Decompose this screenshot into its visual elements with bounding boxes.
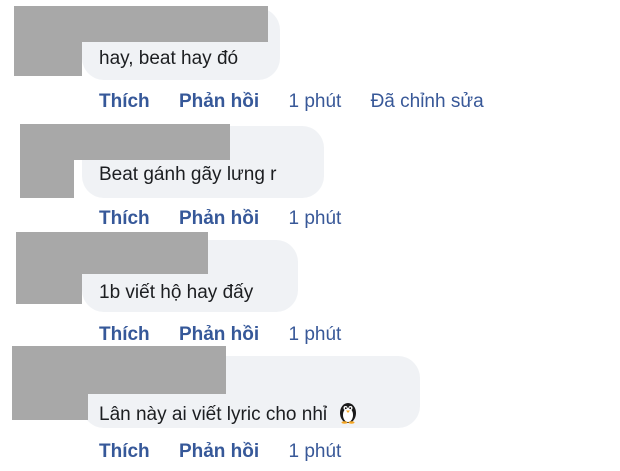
redacted-avatar — [14, 6, 82, 76]
like-button[interactable]: Thích — [99, 441, 150, 463]
comment-text: 1b viết hộ hay đấy — [99, 282, 254, 303]
reply-button[interactable]: Phản hồi — [179, 441, 259, 463]
edited-label[interactable]: Đã chỉnh sửa — [371, 91, 484, 113]
comment-item: Beat gánh gãy lưng r Thích Phản hồi 1 ph… — [0, 120, 620, 236]
comment-text-content: Lân này ai viết lyric cho nhỉ — [99, 404, 328, 425]
comment-item: hay, beat hay đó Thích Phản hồi 1 phút Đ… — [0, 0, 620, 120]
comment-item: 1b viết hộ hay đấy Thích Phản hồi 1 phút — [0, 232, 620, 352]
comment-timestamp[interactable]: 1 phút — [288, 91, 341, 113]
comment-text: Beat gánh gãy lưng r — [99, 164, 277, 185]
comment-actions: Thích Phản hồi 1 phút — [99, 441, 341, 463]
comment-item: Lân này ai viết lyric cho nhỉ Thích Phản… — [0, 346, 620, 471]
comment-actions: Thích Phản hồi 1 phút — [99, 208, 341, 230]
comment-text: hay, beat hay đó — [99, 48, 239, 69]
comment-timestamp[interactable]: 1 phút — [288, 324, 341, 346]
reply-button[interactable]: Phản hồi — [179, 208, 259, 230]
like-button[interactable]: Thích — [99, 208, 150, 230]
comment-text: Lân này ai viết lyric cho nhỉ — [99, 400, 360, 426]
like-button[interactable]: Thích — [99, 91, 150, 113]
redacted-avatar — [20, 124, 74, 198]
like-button[interactable]: Thích — [99, 324, 150, 346]
redacted-avatar — [12, 346, 88, 420]
penguin-icon — [336, 400, 360, 424]
redacted-avatar — [16, 232, 82, 304]
reply-button[interactable]: Phản hồi — [179, 324, 259, 346]
comment-actions: Thích Phản hồi 1 phút Đã chỉnh sửa — [99, 91, 484, 113]
reply-button[interactable]: Phản hồi — [179, 91, 259, 113]
comment-actions: Thích Phản hồi 1 phút — [99, 324, 341, 346]
comment-timestamp[interactable]: 1 phút — [288, 208, 341, 230]
comment-timestamp[interactable]: 1 phút — [288, 441, 341, 463]
